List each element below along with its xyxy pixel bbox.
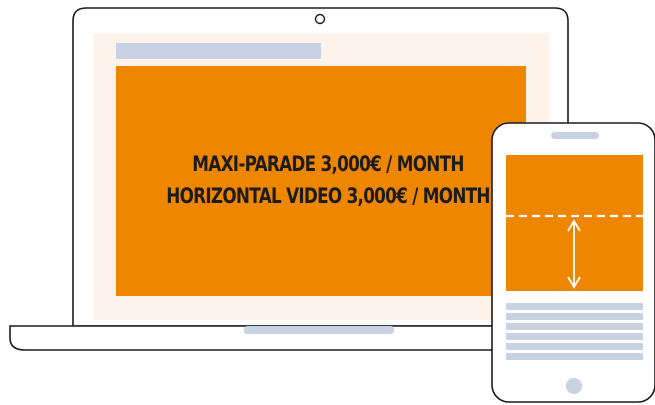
smartphone-icon: [491, 122, 655, 403]
ad-line-maxi-parade: MAXI-PARADE 3,000€ / MONTH: [192, 152, 464, 176]
ad-line-horizontal-video: HORIZONTAL VIDEO 3,000€ / MONTH: [166, 184, 490, 208]
trackpad-notch: [244, 326, 394, 334]
device-mockup-illustration: MAXI-PARADE 3,000€ / MONTH HORIZONTAL VI…: [0, 0, 655, 405]
ad-pricing-text: MAXI-PARADE 3,000€ / MONTH HORIZONTAL VI…: [164, 148, 492, 212]
phone-speaker: [551, 132, 599, 139]
webcam-icon: [314, 13, 326, 25]
home-button: [566, 378, 582, 394]
header-placeholder-bar: [116, 43, 321, 59]
